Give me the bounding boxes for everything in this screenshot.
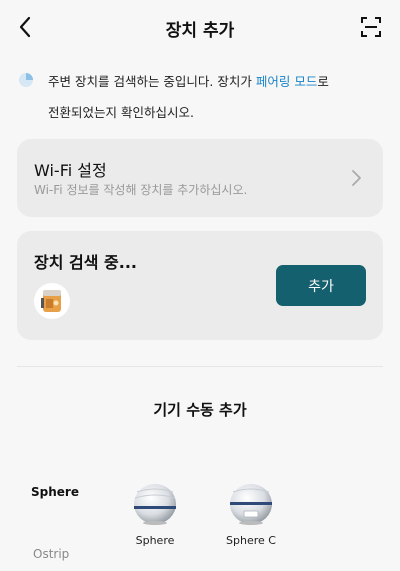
header: 장치 추가 <box>0 0 400 56</box>
device-image-icon <box>41 290 61 312</box>
device-search-title: 장치 검색 중... <box>34 253 137 272</box>
pairing-mode-link[interactable]: 페어링 모드 <box>256 74 317 89</box>
scan-icon <box>361 17 381 37</box>
chevron-right-icon <box>352 170 361 186</box>
device-item-sphere-c[interactable]: Sphere C <box>211 482 291 547</box>
device-search-card: 장치 검색 중... 추가 <box>17 231 383 340</box>
scan-button[interactable] <box>356 12 386 42</box>
notice-line1-prefix: 주변 장치를 검색하는 중입니다. 장치가 <box>48 74 256 89</box>
add-button[interactable]: 추가 <box>276 265 366 306</box>
wifi-setup-title: Wi-Fi 설정 <box>34 161 107 180</box>
device-label-sphere: Sphere <box>135 534 175 547</box>
category-sphere[interactable]: Sphere <box>31 485 79 499</box>
notice-text: 주변 장치를 검색하는 중입니다. 장치가 페어링 모드로 전환되었는지 확인하… <box>48 66 386 128</box>
loading-spinner-icon <box>19 73 33 87</box>
page-title: 장치 추가 <box>165 21 235 41</box>
device-item-sphere[interactable]: Sphere <box>115 482 195 547</box>
found-device-thumbnail[interactable] <box>34 283 70 319</box>
device-label-sphere-c: Sphere C <box>226 534 276 547</box>
notice-line2: 전환되었는지 확인하십시오. <box>48 105 194 120</box>
sphere-device-icon <box>134 484 176 525</box>
search-notice: 주변 장치를 검색하는 중입니다. 장치가 페어링 모드로 전환되었는지 확인하… <box>16 66 386 128</box>
category-ostrip[interactable]: Ostrip <box>33 547 69 561</box>
sphere-c-device-icon <box>230 484 272 525</box>
section-divider <box>17 366 383 367</box>
wifi-setup-card[interactable]: Wi-Fi 설정 Wi-Fi 정보를 작성해 장치를 추가하십시오. <box>17 139 383 217</box>
manual-add-title: 기기 수동 추가 <box>153 401 247 419</box>
wifi-setup-subtitle: Wi-Fi 정보를 작성해 장치를 추가하십시오. <box>34 183 248 197</box>
notice-line1-suffix: 로 <box>317 74 329 89</box>
